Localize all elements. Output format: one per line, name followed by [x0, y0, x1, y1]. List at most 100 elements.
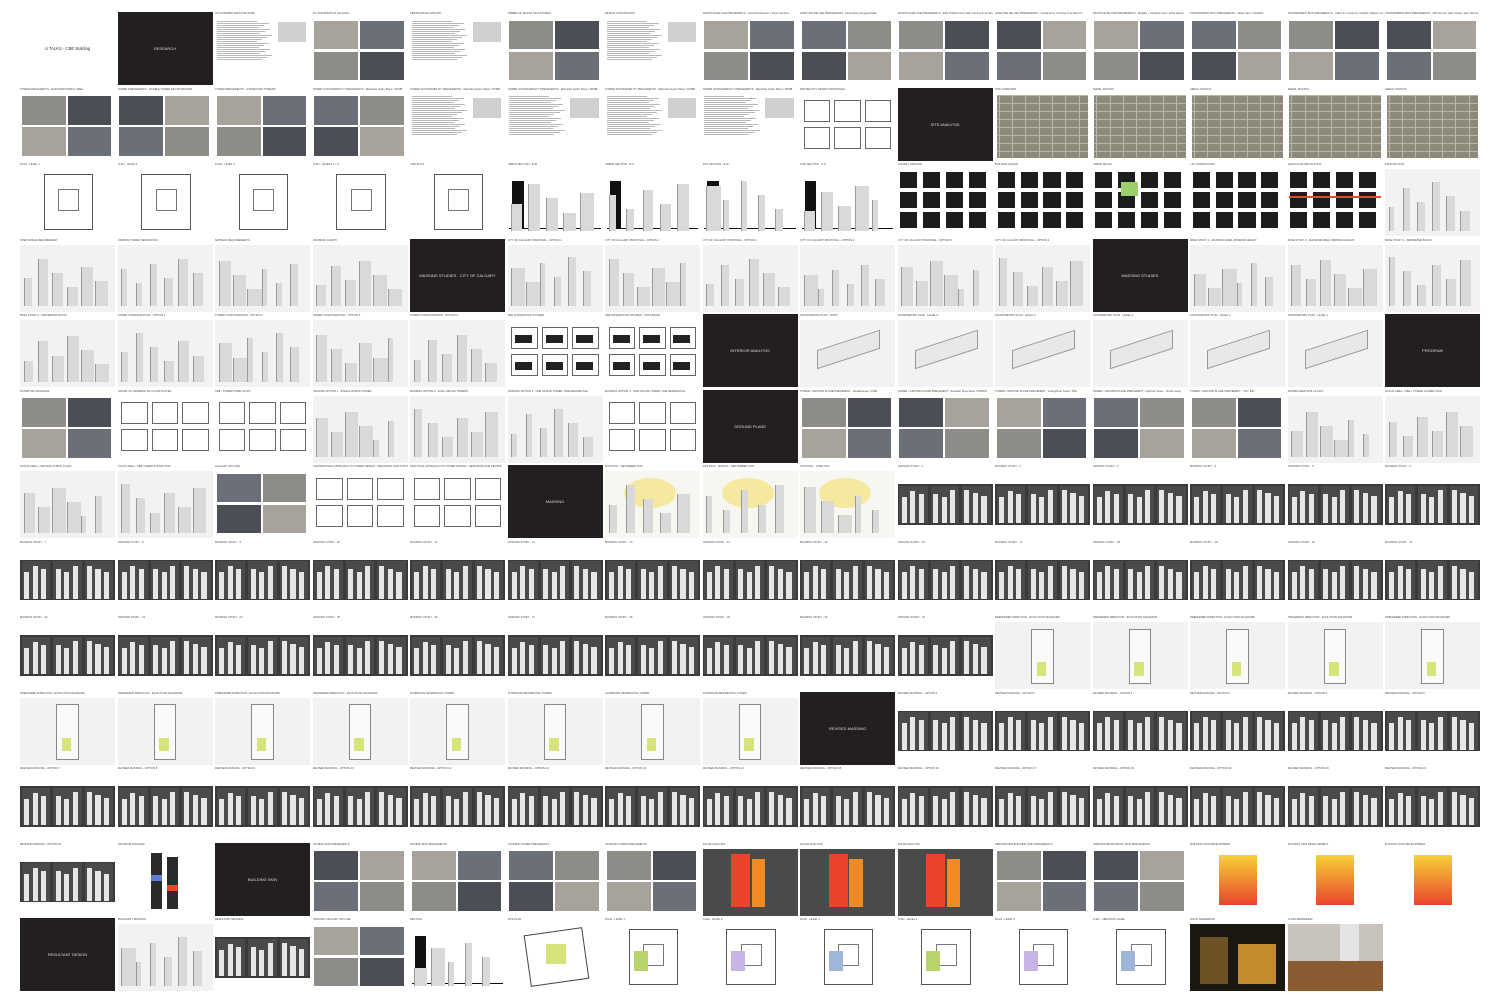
building-mass: [804, 798, 810, 826]
slide-thumbnail: VEHICULAR CIRCULATION: [1287, 163, 1383, 236]
vehicle-route: [1289, 195, 1381, 198]
building-mass: [184, 565, 190, 599]
text-line: [509, 98, 562, 99]
tower-outline: [1323, 628, 1347, 685]
slide-thumbnail: MAXIMUM CANOPY: [312, 238, 408, 312]
slide-thumbnail: TOWER SUSTAINABILITY PRECEDENTS - Manito…: [410, 87, 505, 161]
building-mass: [1242, 565, 1248, 599]
slide-thumbnail: GROUND PLANE: [702, 389, 798, 463]
photo: [509, 51, 554, 81]
photo: [899, 398, 944, 427]
building-mass: [414, 647, 420, 675]
slide-thumbnail: TRANSPARENT BOX PRECEDENTS - Office for …: [1287, 12, 1383, 85]
photo: [899, 20, 944, 50]
building-mass: [626, 569, 632, 599]
building-mass: [1265, 568, 1271, 599]
slide-title: PROGRAM: [1422, 348, 1443, 354]
slide-thumbnail: TOWER PRECEDENTS - DOUBLE TOWER RELATION…: [117, 87, 213, 161]
photo: [119, 96, 164, 125]
tower: [1339, 924, 1359, 961]
building-mass: [910, 641, 916, 675]
building-mass: [528, 184, 540, 231]
building-mass: [1468, 496, 1475, 524]
building-mass: [715, 566, 721, 599]
text-line: [606, 108, 651, 109]
street: [1136, 94, 1137, 158]
massing-view: [962, 561, 991, 599]
massing-view: [279, 561, 309, 599]
slide-body: [605, 94, 700, 161]
slide-body: [703, 169, 798, 236]
building-mass: [1406, 795, 1412, 826]
slide-thumbnail: FACETED TOWER PRECEDENTS: [605, 842, 700, 916]
building-mass: [1202, 792, 1208, 826]
building-mass: [261, 352, 269, 382]
building-mass: [482, 956, 490, 986]
building-mass: [316, 798, 322, 826]
building-mass: [462, 641, 468, 675]
slide-body: [410, 924, 505, 991]
photo: [360, 882, 404, 911]
text-line: [606, 24, 654, 26]
building-mass: [1445, 411, 1459, 458]
massing-view: [572, 636, 601, 675]
street: [1233, 94, 1235, 158]
building-mass: [883, 647, 890, 675]
building-mass: [1208, 288, 1222, 307]
building-mass: [554, 408, 563, 458]
building-mass: [1273, 798, 1280, 826]
street: [1289, 143, 1381, 144]
building-mass: [1096, 572, 1102, 599]
photo: [165, 96, 209, 125]
building-mass: [431, 569, 437, 599]
building-mass: [999, 798, 1005, 826]
massing-view: [248, 787, 277, 826]
building-mass: [290, 346, 299, 382]
street: [1094, 151, 1186, 152]
photo: [457, 882, 502, 911]
building-mass: [1389, 572, 1395, 599]
massing-view: [996, 787, 1026, 826]
massing-view: [962, 485, 991, 524]
building-mass: [365, 792, 371, 826]
building-mass: [236, 946, 242, 977]
massing-view: [899, 636, 928, 675]
building-mass: [121, 948, 136, 986]
building-mass: [387, 568, 394, 599]
building-mass: [1389, 723, 1395, 750]
slide-body: [605, 244, 700, 312]
building-mass: [1420, 493, 1426, 524]
building-mass: [316, 334, 327, 382]
building-mass: [1429, 798, 1435, 826]
building-mass: [470, 348, 483, 382]
building-mass: [755, 565, 761, 599]
building-mass: [582, 795, 589, 826]
massing-view: [1059, 485, 1089, 524]
building-mass: [910, 566, 916, 599]
text-line: [216, 44, 264, 46]
slide-label: MASSING STUDY - 4: [1190, 465, 1217, 468]
building-mass: [121, 484, 130, 533]
slide-body: [118, 169, 213, 236]
building-footprint: [1095, 171, 1113, 188]
building-mass: [835, 795, 841, 826]
slide-thumbnail: MASSING STUDY - 9: [215, 540, 310, 614]
slide-body: [703, 94, 798, 161]
green-space: [1121, 182, 1139, 196]
slide-thumbnail: MASSING STUDY - 29: [702, 616, 798, 689]
text-line: [216, 36, 268, 38]
building-mass: [1225, 720, 1231, 750]
building-mass: [1265, 795, 1271, 826]
building-mass: [428, 340, 437, 382]
facade-heat: [926, 853, 945, 908]
diagram-cell: [413, 477, 441, 500]
building-mass: [356, 647, 362, 675]
street: [1357, 94, 1359, 158]
text-line: [216, 34, 273, 36]
text-line: [704, 100, 752, 101]
building-mass: [1105, 566, 1111, 599]
street: [1220, 94, 1222, 158]
slide-label: TRANSPARENT BOX PRECEDENTS - Glass Farm …: [1190, 12, 1264, 15]
building-mass: [1406, 569, 1412, 599]
building-footprint: [1192, 171, 1210, 188]
